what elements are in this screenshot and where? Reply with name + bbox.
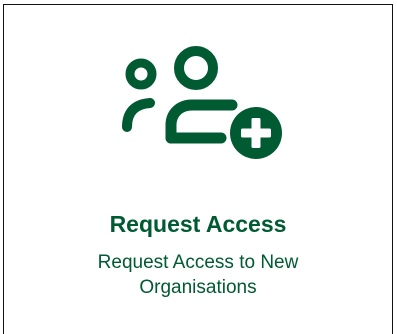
- card-description-line: Organisations: [139, 277, 257, 298]
- card-description-line: Request Access to New: [97, 252, 299, 273]
- user-group-add-icon: [118, 41, 296, 163]
- card-title: Request Access: [109, 211, 287, 237]
- request-access-card[interactable]: Request Access Request Access to New Org…: [3, 4, 393, 334]
- card-description: Request Access to New Organisations: [4, 250, 392, 300]
